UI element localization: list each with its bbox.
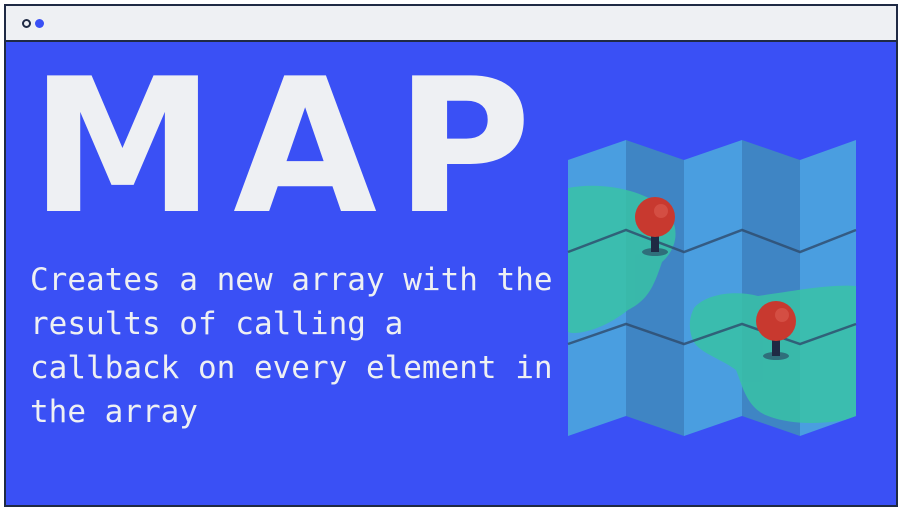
folded-map-with-pins-icon bbox=[558, 132, 858, 438]
window-control-dot-outline[interactable] bbox=[22, 19, 31, 28]
browser-window: MAP Creates a new array with the results… bbox=[4, 4, 898, 507]
window-titlebar bbox=[6, 6, 896, 42]
window-control-dot-filled[interactable] bbox=[35, 19, 44, 28]
page-title: MAP bbox=[30, 38, 550, 255]
page-description: Creates a new array with the results of … bbox=[30, 262, 553, 430]
